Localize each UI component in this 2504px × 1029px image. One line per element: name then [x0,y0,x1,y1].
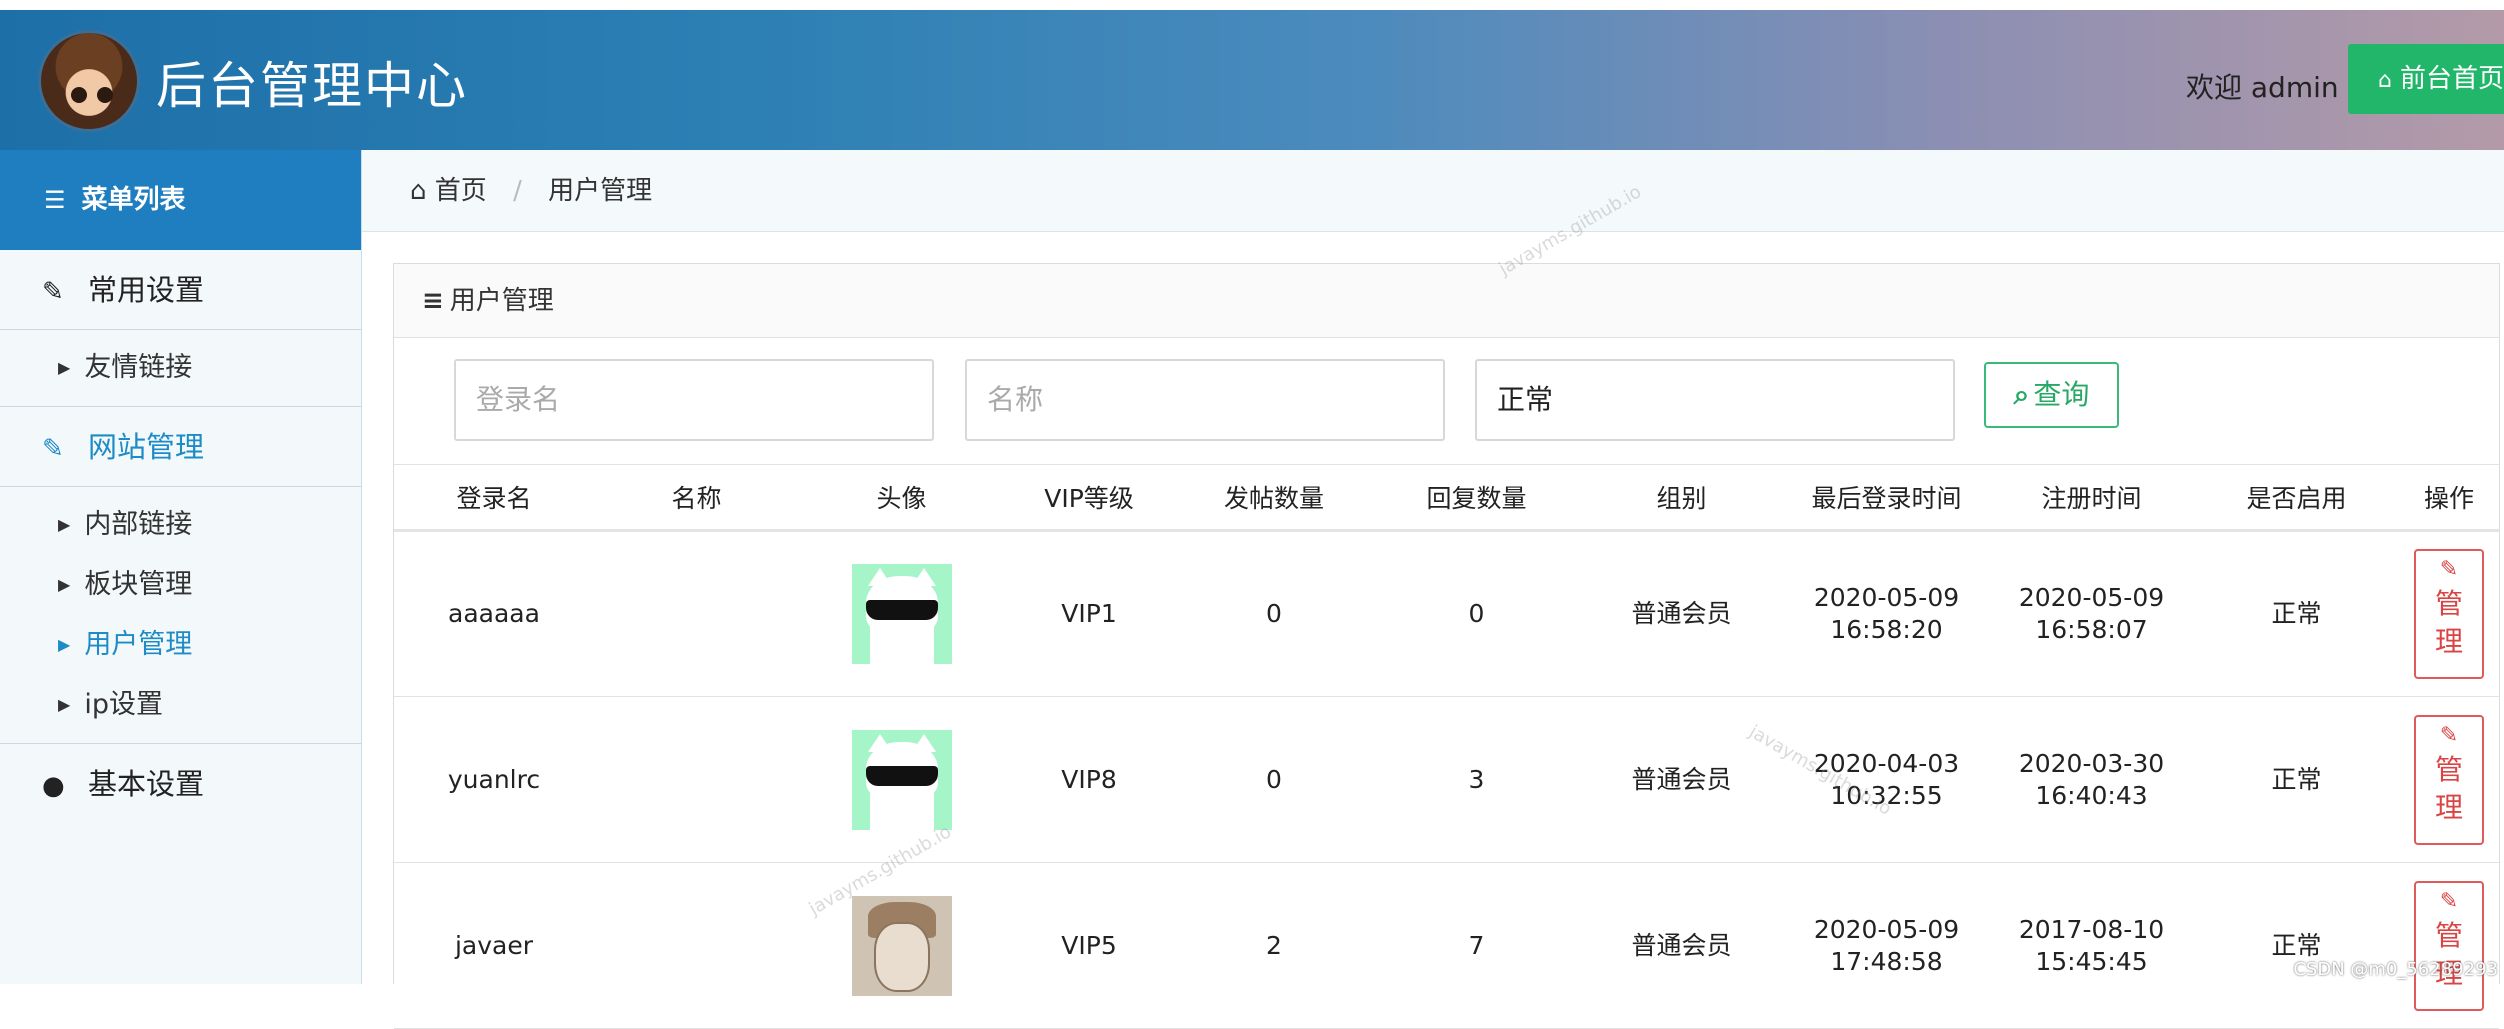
table-row: javaer VIP5 2 7 普通会员 2020-05-0917:48:58 … [394,863,2499,1029]
sidebar-item-friend-links[interactable]: ▶友情链接 [0,338,361,398]
breadcrumb-separator: / [513,176,522,206]
cell-vip: VIP8 [1004,697,1174,863]
edit-icon: ✎ [2416,721,2482,751]
manage-button[interactable]: ✎管理 [2414,715,2484,845]
welcome-text: 欢迎 admin [2186,66,2339,106]
column-header[interactable]: 最后登录时间 [1784,465,1989,531]
edit-icon: ✎ [42,252,76,332]
cell-group: 普通会员 [1579,697,1784,863]
sidebar-group-basic-settings[interactable]: ●基本设置 [0,744,361,824]
table-row: aaaaaa VIP1 0 0 普通会员 2020-05-0916:58:20 … [394,531,2499,697]
sidebar-group-site-management[interactable]: ✎网站管理 [0,407,361,487]
search-icon: ⌕ [2014,378,2030,411]
column-header[interactable]: 登录名 [394,465,594,531]
user-avatar [852,896,952,996]
column-header[interactable]: 回复数量 [1374,465,1579,531]
home-icon: ⌂ [2378,68,2392,93]
caret-right-icon: ▶ [58,575,70,594]
cell-login: javaer [394,863,594,1029]
cell-action: ✎管理 [2399,697,2499,863]
cell-replies: 3 [1374,697,1579,863]
site-title: 后台管理中心 [156,46,468,118]
breadcrumb-current: 用户管理 [548,176,652,206]
sidebar-item-internal-links[interactable]: ▶内部链接 [0,495,361,555]
cell-replies: 7 [1374,863,1579,1029]
caret-right-icon: ▶ [58,695,70,714]
edit-icon: ✎ [42,409,76,489]
sidebar-item-ip-settings[interactable]: ▶ip设置 [0,675,361,735]
home-icon: ⌂ [410,176,427,206]
caret-right-icon: ▶ [58,635,70,654]
cell-posts: 0 [1174,531,1374,697]
sidebar-group-common-settings[interactable]: ✎常用设置 [0,250,361,330]
cell-vip: VIP5 [1004,863,1174,1029]
column-header[interactable]: 名称 [594,465,799,531]
query-button[interactable]: ⌕查询 [1984,362,2119,428]
column-header[interactable]: 注册时间 [1989,465,2194,531]
status-select[interactable]: 正常 [1475,359,1955,441]
cell-register-time: 2020-05-0916:58:07 [1989,531,2194,697]
name-input[interactable]: 名称 [965,359,1445,441]
column-header[interactable]: VIP等级 [1004,465,1174,531]
caret-right-icon: ▶ [58,358,70,377]
edit-icon: ✎ [2416,887,2482,917]
cell-avatar [799,531,1004,697]
cell-avatar [799,697,1004,863]
cell-status: 正常 [2194,697,2399,863]
cell-status: 正常 [2194,531,2399,697]
cell-register-time: 2020-03-3016:40:43 [1989,697,2194,863]
sidebar: ☰菜单列表 ✎常用设置 ▶友情链接 ✎网站管理 ▶内部链接 ▶板块管理 ▶用户管… [0,150,362,984]
top-header: 后台管理中心 欢迎 admin ⌂前台首页 [0,10,2504,150]
cell-name [594,531,799,697]
sidebar-item-board-management[interactable]: ▶板块管理 [0,555,361,615]
cell-group: 普通会员 [1579,531,1784,697]
manage-button[interactable]: ✎管理 [2414,881,2484,1011]
menu-list-header[interactable]: ☰菜单列表 [0,150,361,250]
cell-login: aaaaaa [394,531,594,697]
cell-posts: 2 [1174,863,1374,1029]
bars-icon: ≡ [422,286,444,316]
cell-action: ✎管理 [2399,531,2499,697]
list-icon: ☰ [44,186,66,214]
logo-avatar [38,30,140,132]
column-header[interactable]: 组别 [1579,465,1784,531]
cell-name [594,863,799,1029]
cell-posts: 0 [1174,697,1374,863]
cell-register-time: 2017-08-1015:45:45 [1989,863,2194,1029]
cell-last-login: 2020-05-0916:58:20 [1784,531,1989,697]
csdn-credit: CSDN @m0_56289293 [2293,959,2498,980]
login-name-input[interactable]: 登录名 [454,359,934,441]
cell-login: yuanlrc [394,697,594,863]
cell-replies: 0 [1374,531,1579,697]
column-header[interactable]: 发帖数量 [1174,465,1374,531]
column-header[interactable]: 头像 [799,465,1004,531]
cell-action: ✎管理 [2399,863,2499,1029]
user-table: 登录名 名称 头像 VIP等级 发帖数量 回复数量 组别 最后登录时间 注册时间… [394,464,2499,1029]
breadcrumb: ⌂ 首页 / 用户管理 [362,150,2504,232]
user-icon: ● [42,746,76,826]
cell-group: 普通会员 [1579,863,1784,1029]
caret-right-icon: ▶ [58,515,70,534]
breadcrumb-home-link[interactable]: 首页 [435,176,487,206]
user-avatar [852,730,952,830]
front-home-button[interactable]: ⌂前台首页 [2348,44,2504,114]
cell-last-login: 2020-05-0917:48:58 [1784,863,1989,1029]
manage-button[interactable]: ✎管理 [2414,549,2484,679]
column-header[interactable]: 是否启用 [2194,465,2399,531]
user-management-panel: ≡用户管理 登录名 名称 正常 ⌕查询 登录名 名称 头像 VIP等级 发帖数量… [393,263,2500,984]
sidebar-item-user-management[interactable]: ▶用户管理 [0,615,361,675]
cell-status: 正常 [2194,863,2399,1029]
table-header-row: 登录名 名称 头像 VIP等级 发帖数量 回复数量 组别 最后登录时间 注册时间… [394,465,2499,531]
cell-name [594,697,799,863]
edit-icon: ✎ [2416,555,2482,585]
table-row: yuanlrc VIP8 0 3 普通会员 2020-04-0310:32:55… [394,697,2499,863]
user-avatar [852,564,952,664]
cell-vip: VIP1 [1004,531,1174,697]
panel-header: ≡用户管理 [394,264,2499,338]
column-header[interactable]: 操作 [2399,465,2499,531]
